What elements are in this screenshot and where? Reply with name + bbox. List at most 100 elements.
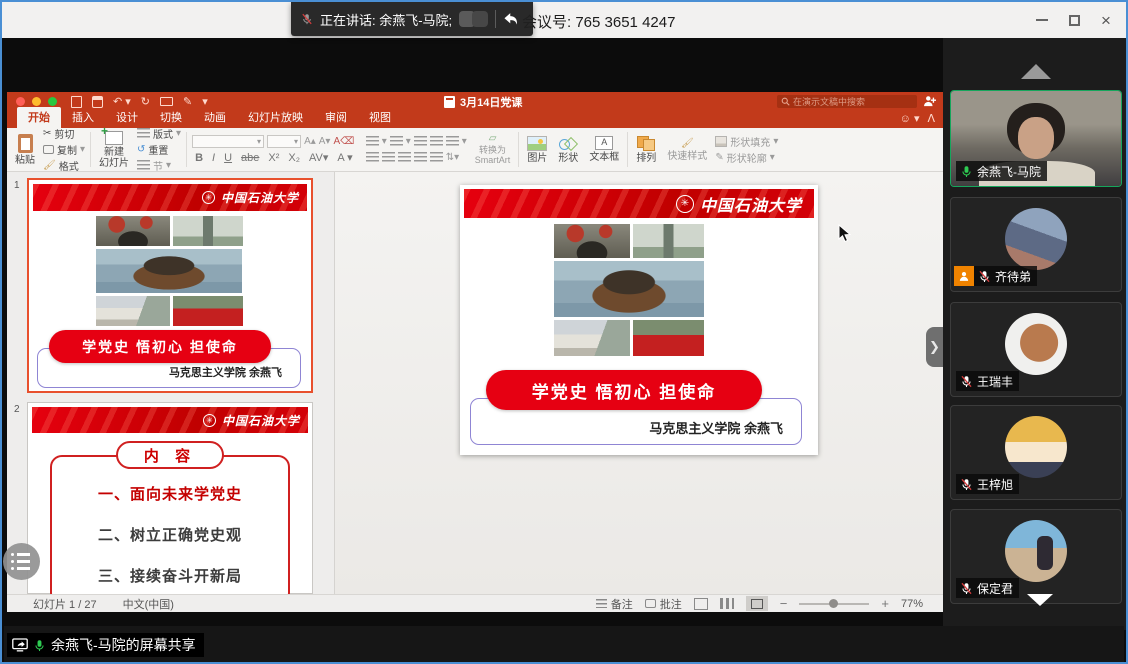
search-input[interactable] — [793, 97, 903, 107]
tab-review[interactable]: 审阅 — [314, 107, 358, 128]
speaking-panel[interactable]: 正在讲话: 余燕飞-马院; — [291, 2, 533, 36]
floating-list-button[interactable] — [3, 543, 40, 580]
participant-tile[interactable]: 王梓旭 — [950, 405, 1122, 500]
thumbnail-number: 1 — [14, 180, 20, 191]
align-center-icon[interactable] — [382, 152, 395, 163]
shapes-button[interactable]: 形状 — [555, 130, 581, 169]
collapse-ribbon-icon[interactable]: ᐱ — [927, 112, 935, 125]
ppt-status-bar: 幻灯片 1 / 27 中文(中国) 备注 批注 − + 77% — [7, 594, 943, 612]
notes-button[interactable]: 备注 — [596, 596, 633, 612]
shape-outline-button[interactable]: ✎形状轮廓▾ — [715, 151, 778, 164]
textbox-button[interactable]: A 文本框 — [586, 130, 622, 169]
justify-icon[interactable] — [414, 152, 427, 163]
share-person-icon[interactable] — [923, 95, 937, 110]
arrange-button[interactable]: 排列 — [633, 130, 659, 169]
new-slide-button[interactable]: 新建 幻灯片 — [96, 130, 132, 169]
section-button[interactable]: 节▾ — [137, 159, 181, 172]
zoom-out-button[interactable]: − — [780, 596, 788, 611]
text-direction-icon[interactable]: ⇅▾ — [446, 152, 459, 163]
tab-animations[interactable]: 动画 — [193, 107, 237, 128]
italic-button[interactable]: I — [209, 152, 218, 164]
layout-button[interactable]: 版式▾ — [137, 127, 181, 140]
font-size-dropdown[interactable]: ▾ — [267, 135, 301, 148]
presentation-search-box[interactable] — [777, 95, 917, 108]
picture-button[interactable]: 图片 — [524, 130, 550, 169]
sidebar-expand-handle[interactable]: ❯ — [926, 327, 943, 367]
numbering-icon[interactable] — [390, 136, 403, 147]
zoom-level[interactable]: 77% — [901, 598, 923, 610]
quick-styles-icon: 🖌 — [681, 138, 694, 149]
zoom-slider-knob[interactable] — [829, 599, 838, 608]
feedback-smiley-icon[interactable]: ☺ ▾ — [900, 112, 920, 125]
font-color-button[interactable]: A ▾ — [334, 151, 355, 164]
increase-indent-icon[interactable] — [430, 136, 443, 147]
slide-thumbnail-1[interactable]: ✳ 中国石油大学 马克思主义学院 余燕飞 学党史 悟初心 担使命 — [27, 178, 313, 393]
current-slide[interactable]: ✳ 中国石油大学 马克思主义学院 余燕飞 学党史 悟初心 担使命 — [460, 185, 818, 455]
tab-insert[interactable]: 插入 — [61, 107, 105, 128]
new-file-icon[interactable] — [71, 96, 82, 108]
line-spacing-icon[interactable] — [446, 136, 459, 147]
font-name-dropdown[interactable]: ▾ — [192, 135, 264, 148]
smartart-icon: ▱ — [489, 133, 497, 144]
photo-collage — [554, 224, 704, 356]
bullets-icon[interactable] — [366, 136, 379, 147]
minimize-traffic-icon[interactable] — [32, 97, 41, 106]
language-indicator[interactable]: 中文(中国) — [123, 596, 174, 612]
zoom-traffic-icon[interactable] — [48, 97, 57, 106]
shape-fill-button[interactable]: 形状填充▾ — [715, 135, 778, 148]
minimize-button[interactable] — [1026, 5, 1058, 35]
subscript-button[interactable]: X₂ — [285, 152, 303, 164]
university-emblem-icon: ✳ — [202, 191, 215, 204]
clear-formatting-button[interactable]: A⌫ — [333, 136, 354, 147]
slide-edit-area[interactable]: ✳ 中国石油大学 马克思主义学院 余燕飞 学党史 悟初心 担使命 — [335, 172, 943, 594]
grow-font-button[interactable]: A▴ — [304, 136, 316, 147]
slide-thumbnail-2[interactable]: ✳ 中国石油大学 内 容 一、面向未来学党史 二、树立正确党史观 三、接续奋斗开… — [27, 402, 313, 594]
reset-button[interactable]: ↺重置 — [137, 143, 181, 156]
format-painter-icon: 🖌 — [43, 160, 56, 171]
columns-icon[interactable] — [430, 152, 443, 163]
tab-view[interactable]: 视图 — [358, 107, 402, 128]
tab-home[interactable]: 开始 — [17, 107, 61, 128]
strikethrough-button[interactable]: abe — [238, 152, 262, 164]
superscript-button[interactable]: X² — [265, 152, 282, 164]
close-button[interactable]: × — [1090, 5, 1122, 35]
bold-button[interactable]: B — [192, 152, 206, 164]
zoom-slider[interactable] — [799, 603, 869, 605]
participant-tile-active-speaker[interactable]: 余燕飞-马院 — [950, 90, 1122, 187]
tab-design[interactable]: 设计 — [105, 107, 149, 128]
shrink-font-button[interactable]: A▾ — [319, 136, 331, 147]
align-left-icon[interactable] — [366, 152, 379, 163]
slide-thumbnail-panel[interactable]: 1 ✳ 中国石油大学 马克思主义学院 余燕飞 学党史 悟初 — [7, 172, 335, 594]
cut-button[interactable]: ✂剪切 — [43, 127, 85, 140]
participants-sidebar: 余燕飞-马院 齐待弟 — [943, 38, 1128, 630]
normal-view-button[interactable] — [694, 598, 708, 610]
character-spacing-button[interactable]: AV▾ — [306, 151, 331, 164]
underline-button[interactable]: U — [221, 152, 235, 164]
participant-tile[interactable]: 保定君 — [950, 509, 1122, 604]
photo-red-ground — [633, 320, 704, 356]
copy-button[interactable]: 复制▾ — [43, 143, 85, 156]
play-slideshow-icon[interactable] — [160, 97, 173, 106]
shape-outline-icon: ✎ — [715, 152, 723, 163]
slideshow-view-button[interactable] — [746, 596, 768, 611]
slide-sorter-view-button[interactable] — [720, 598, 734, 609]
zoom-in-button[interactable]: + — [881, 596, 889, 611]
align-right-icon[interactable] — [398, 152, 411, 163]
decrease-indent-icon[interactable] — [414, 136, 427, 147]
paste-button[interactable]: 粘贴 — [12, 130, 38, 169]
quick-styles-button[interactable]: 🖌 快速样式 — [664, 130, 710, 169]
format-painter-button[interactable]: 🖌格式 — [43, 159, 85, 172]
document-title-area: 3月14日党课 — [444, 94, 522, 110]
save-icon[interactable] — [92, 96, 103, 108]
scroll-up-icon[interactable] — [1021, 64, 1051, 79]
participant-tile[interactable]: 王瑞丰 — [950, 302, 1122, 397]
comments-button[interactable]: 批注 — [645, 596, 682, 612]
tab-transitions[interactable]: 切换 — [149, 107, 193, 128]
close-traffic-icon[interactable] — [16, 97, 25, 106]
reply-arrow-icon[interactable] — [503, 12, 519, 26]
tab-slideshow[interactable]: 幻灯片放映 — [237, 107, 314, 128]
participant-tile[interactable]: 齐待弟 — [950, 197, 1122, 292]
maximize-button[interactable] — [1058, 5, 1090, 35]
scroll-down-icon[interactable] — [1027, 594, 1053, 606]
convert-smartart-button[interactable]: ▱ 转换为 SmartArt — [472, 130, 514, 169]
